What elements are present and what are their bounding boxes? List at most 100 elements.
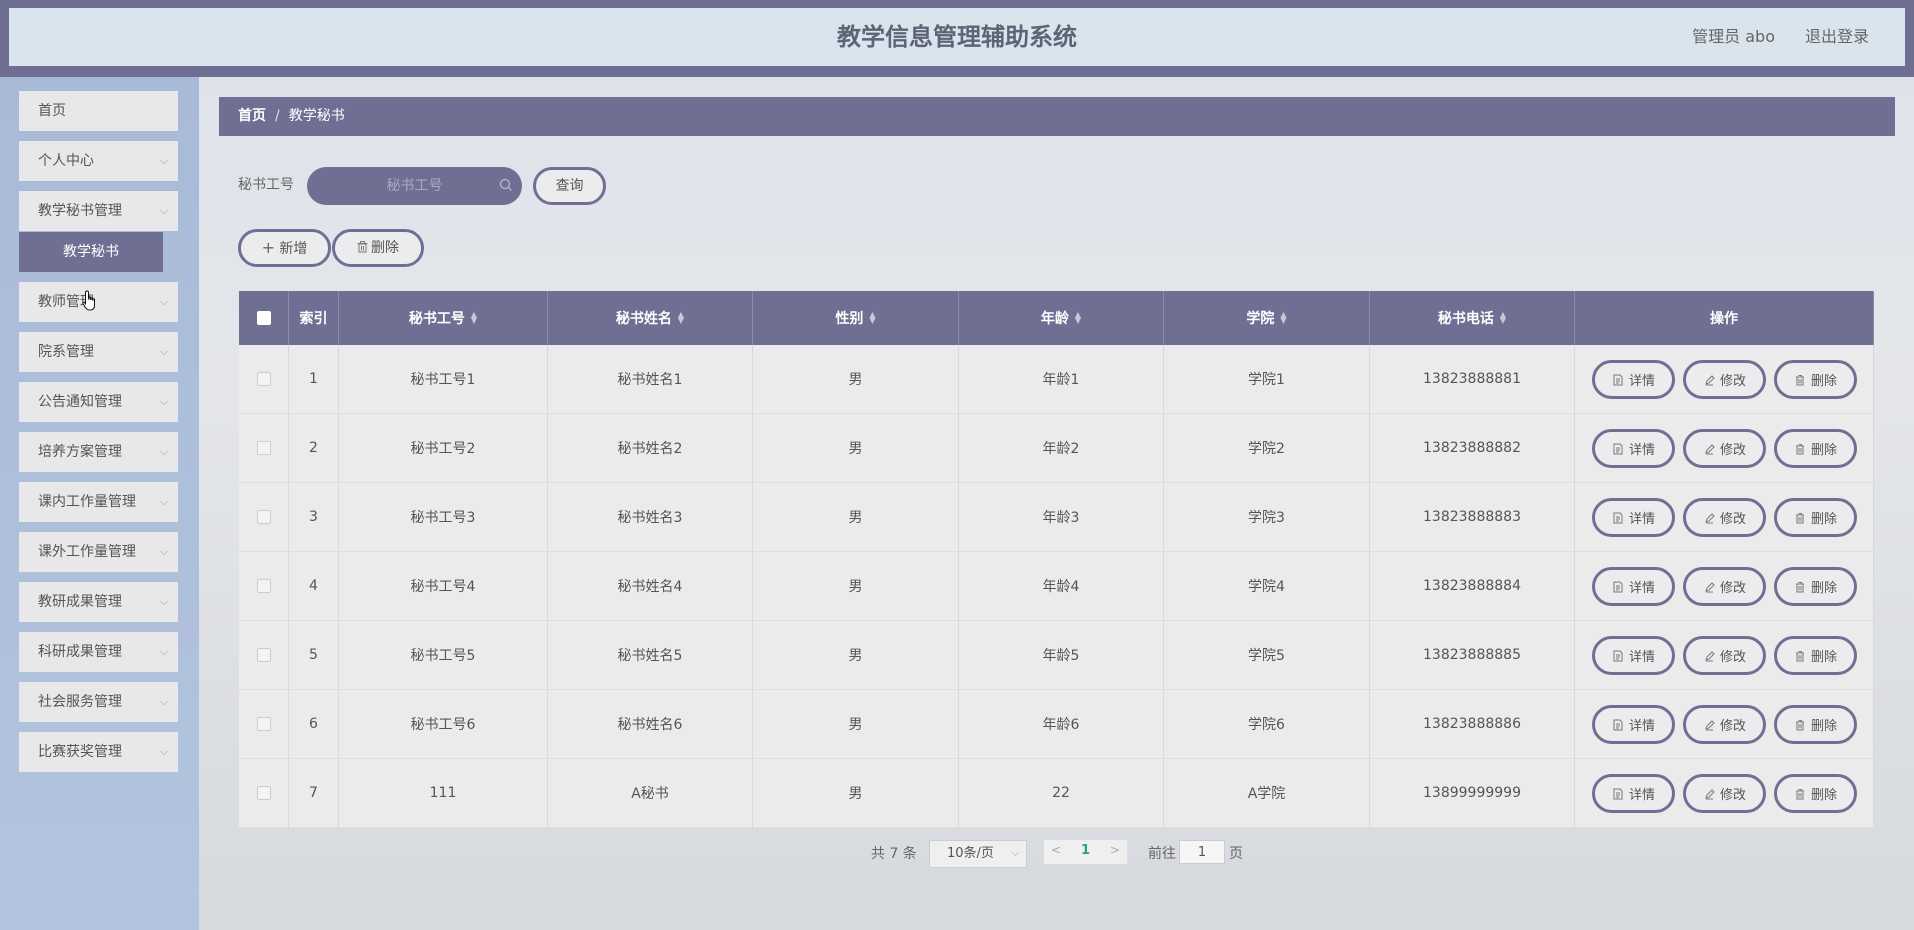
select-all-checkbox[interactable] [256,311,271,325]
sidebar-item-in-class-workload[interactable]: 课内工作量管理 ⌵ [19,482,178,522]
cell-index: 3 [289,483,339,551]
trash-icon [1795,443,1804,454]
row-checkbox[interactable] [256,717,271,731]
sidebar-item-teacher-management[interactable]: 教师管理 ⌵ [19,282,178,322]
cell-college: 学院2 [1164,414,1370,482]
edit-button[interactable]: 修改 [1683,705,1766,744]
cell-college: 学院3 [1164,483,1370,551]
cell-operations: 详情 修改 删除 [1575,621,1874,689]
search-input[interactable] [307,167,482,205]
cell-secretary-id: 111 [339,759,548,827]
edit-button[interactable]: 修改 [1683,498,1766,537]
delete-button[interactable]: 删除 [1774,636,1857,675]
cell-secretary-id: 秘书工号4 [339,552,548,620]
sidebar-item-label: 比赛获奖管理 [38,744,122,760]
sidebar-item-teaching-research[interactable]: 教研成果管理 ⌵ [19,582,178,622]
edit-button-label: 修改 [1719,719,1746,734]
page-suffix: 页 [1229,846,1243,862]
row-checkbox[interactable] [256,372,271,386]
row-checkbox[interactable] [256,786,271,800]
cell-operations: 详情 修改 删除 [1575,690,1874,758]
document-icon [1613,443,1623,454]
batch-delete-button[interactable]: 删除 [332,229,424,267]
sidebar-item-department-management[interactable]: 院系管理 ⌵ [19,332,178,372]
cell-index: 5 [289,621,339,689]
page-size-value: 10条/页 [947,846,994,861]
sidebar-item-notice-management[interactable]: 公告通知管理 ⌵ [19,382,178,422]
cell-gender: 男 [753,759,959,827]
delete-button[interactable]: 删除 [1774,774,1857,813]
delete-button[interactable]: 删除 [1774,705,1857,744]
sort-icon[interactable]: ▲ ▼ [1075,311,1081,325]
row-checkbox[interactable] [256,579,271,593]
document-icon [1613,650,1623,661]
top-bar: 教学信息管理辅助系统 管理员 abo 退出登录 [0,0,1914,77]
sidebar-item-social-service[interactable]: 社会服务管理 ⌵ [19,682,178,722]
row-checkbox[interactable] [256,441,271,455]
sidebar-item-label: 课内工作量管理 [38,494,136,510]
detail-button-label: 详情 [1628,788,1655,803]
column-header-college[interactable]: 学院 ▲ ▼ [1164,291,1370,345]
detail-button[interactable]: 详情 [1592,774,1675,813]
column-header-secretary-id[interactable]: 秘书工号 ▲ ▼ [339,291,548,345]
column-header-phone[interactable]: 秘书电话 ▲ ▼ [1370,291,1575,345]
next-page-icon[interactable]: > [1110,843,1120,857]
sort-icon[interactable]: ▲ ▼ [471,311,477,325]
sidebar-item-label: 课外工作量管理 [38,544,136,560]
search-label: 秘书工号 [238,177,294,193]
sort-icon[interactable]: ▲ ▼ [869,311,875,325]
detail-button-label: 详情 [1628,374,1655,389]
detail-button[interactable]: 详情 [1592,636,1675,675]
breadcrumb-home[interactable]: 首页 [238,108,266,124]
header-select-all[interactable] [239,291,289,345]
row-checkbox[interactable] [256,510,271,524]
delete-button[interactable]: 删除 [1774,498,1857,537]
cell-college: 学院1 [1164,345,1370,413]
delete-button[interactable]: 删除 [1774,429,1857,468]
delete-button[interactable]: 删除 [1774,360,1857,399]
column-header-age[interactable]: 年龄 ▲ ▼ [959,291,1164,345]
cell-secretary-name: 秘书姓名3 [548,483,753,551]
sidebar-subitem-teaching-secretary[interactable]: 教学秘书 [19,232,163,272]
detail-button[interactable]: 详情 [1592,705,1675,744]
row-checkbox[interactable] [256,648,271,662]
sidebar-item-label: 科研成果管理 [38,644,122,660]
sort-icon[interactable]: ▲ ▼ [1280,311,1286,325]
sidebar-item-secretary-management[interactable]: 教学秘书管理 ⌵ [19,191,178,231]
cell-age: 年龄4 [959,552,1164,620]
detail-button[interactable]: 详情 [1592,360,1675,399]
sort-icon[interactable]: ▲ ▼ [678,311,684,325]
sidebar-item-out-class-workload[interactable]: 课外工作量管理 ⌵ [19,532,178,572]
sidebar-item-home[interactable]: 首页 [19,91,178,131]
sort-icon[interactable]: ▲ ▼ [1500,311,1506,325]
chevron-down-icon: ⌵ [159,204,168,217]
column-header-secretary-name[interactable]: 秘书姓名 ▲ ▼ [548,291,753,345]
detail-button[interactable]: 详情 [1592,429,1675,468]
edit-button[interactable]: 修改 [1683,774,1766,813]
detail-button-label: 详情 [1628,719,1655,734]
sidebar-item-training-plan-management[interactable]: 培养方案管理 ⌵ [19,432,178,472]
add-button[interactable]: + 新增 [238,229,331,267]
column-header-label: 索引 [299,311,328,327]
logout-link[interactable]: 退出登录 [1805,8,1869,66]
page-size-select[interactable]: 10条/页 ⌵ [929,840,1027,868]
query-button[interactable]: 查询 [533,167,606,205]
edit-button[interactable]: 修改 [1683,429,1766,468]
cell-index: 2 [289,414,339,482]
column-header-gender[interactable]: 性别 ▲ ▼ [753,291,959,345]
sidebar-item-personal-center[interactable]: 个人中心 ⌵ [19,141,178,181]
sidebar-item-competition-awards[interactable]: 比赛获奖管理 ⌵ [19,732,178,772]
row-select-cell [239,483,289,551]
goto-page-input[interactable] [1179,840,1225,864]
detail-button[interactable]: 详情 [1592,567,1675,606]
column-header-label: 秘书姓名 [615,311,672,327]
edit-button[interactable]: 修改 [1683,567,1766,606]
delete-button[interactable]: 删除 [1774,567,1857,606]
sidebar-item-scientific-research[interactable]: 科研成果管理 ⌵ [19,632,178,672]
cell-index: 6 [289,690,339,758]
detail-button[interactable]: 详情 [1592,498,1675,537]
edit-button[interactable]: 修改 [1683,636,1766,675]
sidebar-item-label: 首页 [38,103,66,119]
edit-button[interactable]: 修改 [1683,360,1766,399]
row-select-cell [239,621,289,689]
